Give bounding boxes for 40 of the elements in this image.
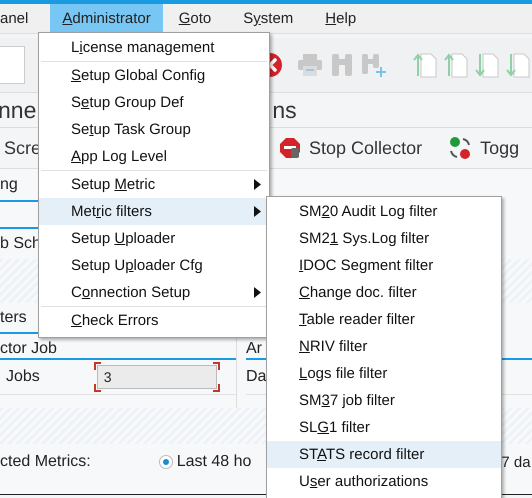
screen-title: ns — [272, 96, 297, 124]
radio-option[interactable]: 7 da — [501, 454, 531, 470]
menu-item[interactable]: Table reader filter — [267, 306, 501, 333]
menu-item[interactable]: Setup Global Config — [39, 62, 269, 89]
menu-item[interactable]: Setup Metric — [39, 171, 269, 198]
group-title: ctor Job — [0, 340, 57, 358]
field-label: Jobs — [6, 368, 40, 386]
menu-item[interactable]: SM20 Audit Log filter — [267, 198, 501, 225]
menu-bar-item[interactable]: Goto — [162, 4, 228, 33]
menu-item[interactable]: SM37 job filter — [267, 387, 501, 414]
menu-item[interactable]: Setup Uploader — [39, 225, 269, 252]
field-label: Da — [246, 368, 266, 386]
menu-item[interactable]: Setup Uploader Cfg — [39, 252, 269, 279]
menu-bar-item[interactable]: Help — [309, 4, 372, 33]
field-label: ters — [0, 308, 27, 326]
menu-item[interactable]: Logs file filter — [267, 360, 501, 387]
group-title: Ar — [246, 340, 262, 358]
menu-item[interactable]: App Log Level — [39, 143, 269, 170]
toolbar-button[interactable]: Togg — [448, 136, 520, 160]
menu-item[interactable]: NRIV filter — [267, 333, 501, 360]
menu-item[interactable]: Connection Setup — [39, 279, 269, 306]
menu-bar-item[interactable]: anel — [0, 4, 44, 33]
menu-item[interactable]: User authorizations — [267, 468, 501, 495]
toolbar-button[interactable]: Stop Collector — [279, 137, 422, 159]
menu-item[interactable]: STATS record filter — [267, 441, 501, 468]
metrics-label: cted Metrics: — [0, 453, 91, 471]
menu-item[interactable]: SLG1 filter — [267, 414, 501, 441]
menu-item[interactable]: License management — [39, 34, 269, 61]
jobs-input-field[interactable]: 3 — [96, 365, 217, 389]
menu-item[interactable]: SM21 Sys.Log filter — [267, 225, 501, 252]
menu-item[interactable]: Check Errors — [39, 307, 269, 334]
menu-item[interactable]: Change doc. filter — [267, 279, 501, 306]
menu-item[interactable]: Setup Group Def — [39, 89, 269, 116]
menu-item[interactable]: Metric filters — [39, 198, 269, 225]
menu-bar-item[interactable]: Administrator — [50, 4, 163, 33]
radio-option[interactable]: Last 48 ho — [158, 453, 252, 471]
menu-item[interactable]: Setup Task Group — [39, 116, 269, 143]
menu-bar-item[interactable]: System — [227, 4, 310, 33]
field-label: ng — [0, 176, 18, 194]
menu-item[interactable]: IDOC Segment filter — [267, 252, 501, 279]
